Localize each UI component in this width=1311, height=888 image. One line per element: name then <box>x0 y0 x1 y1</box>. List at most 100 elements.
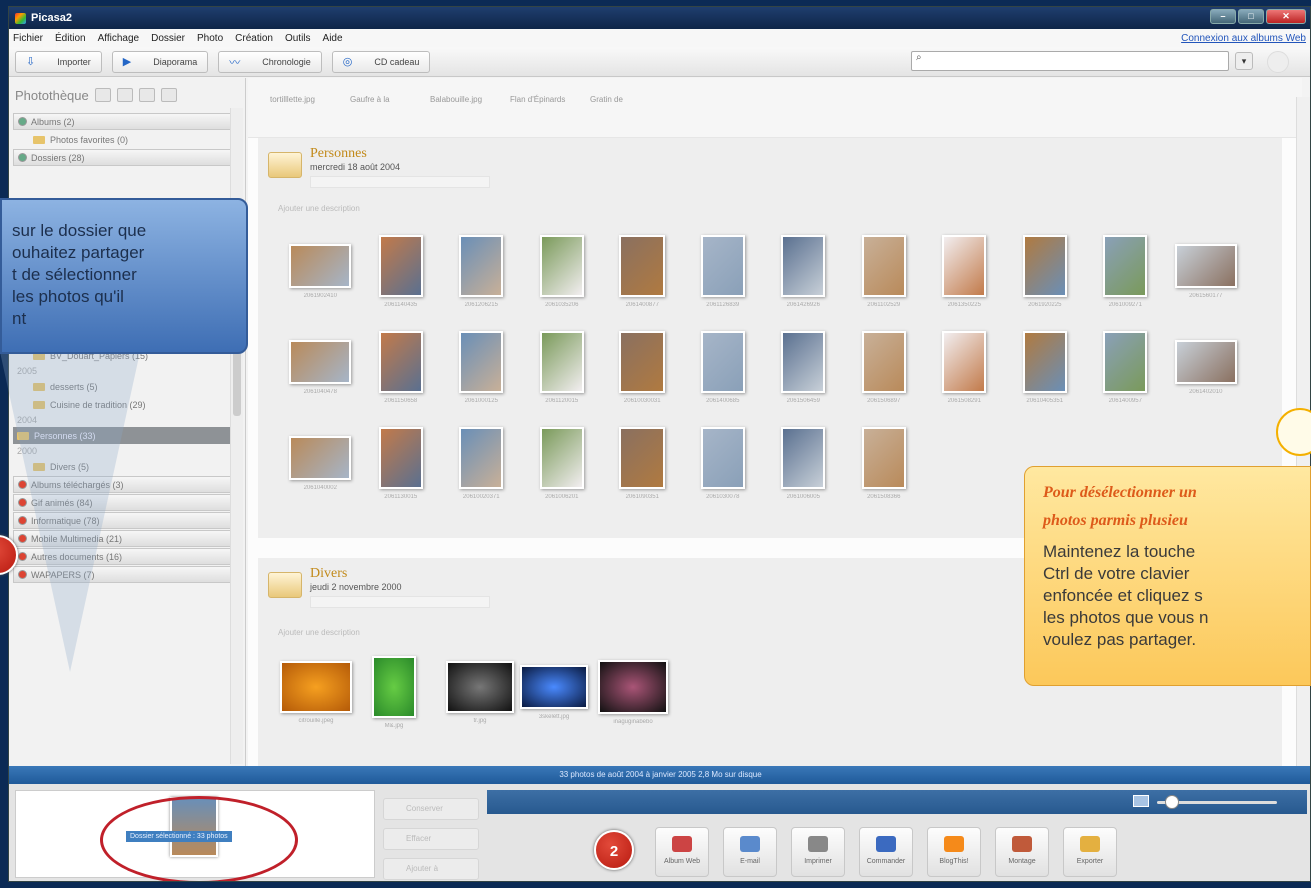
photo-thumbnail[interactable]: 2061402010 <box>1174 340 1237 395</box>
share-imprimer-button[interactable]: Imprimer <box>791 827 845 877</box>
photo-thumbnail[interactable]: 2061506459 <box>781 331 826 404</box>
photo-thumbnail[interactable]: citrouille.jpeg <box>280 661 352 724</box>
photo-thumbnail[interactable]: 2061206215 <box>459 235 504 308</box>
menu-outils[interactable]: Outils <box>285 33 311 44</box>
photo-thumbnail[interactable]: 2061130015 <box>378 427 423 500</box>
photo-thumbnail[interactable]: 2061506897 <box>861 331 906 404</box>
album-title[interactable]: Personnes <box>310 146 490 162</box>
menu-edition[interactable]: Édition <box>55 33 86 44</box>
tip-title: Pour désélectionner un <box>1043 484 1197 501</box>
photo-caption: Balabouille.jpg <box>430 95 483 104</box>
share-blogthis-button[interactable]: BlogThis! <box>927 827 981 877</box>
photo-thumbnail[interactable]: 2061150658 <box>378 331 423 404</box>
photo-filename: citrouille.jpeg <box>298 718 334 724</box>
photo-filename: 20610405351 <box>1026 398 1064 404</box>
photo-thumbnail[interactable]: 2061560177 <box>1174 244 1237 299</box>
share-e-mail-button[interactable]: E-mail <box>723 827 777 877</box>
photo-filename: 2061402010 <box>1189 389 1223 395</box>
album-place-field[interactable] <box>310 596 490 608</box>
folder-label: Dossiers (28) <box>31 152 85 163</box>
photo-thumbnail[interactable]: 2061902410 <box>289 244 352 299</box>
photo-thumbnail[interactable]: M&.jpg <box>372 656 416 729</box>
photo-filename: 2061102529 <box>867 302 901 308</box>
hold-button[interactable]: Conserver <box>383 798 479 820</box>
clear-button[interactable]: Effacer <box>383 828 479 850</box>
photo-filename: 2061902410 <box>303 293 337 299</box>
photo-thumbnail[interactable]: inaguginabebo <box>598 660 668 725</box>
expand-icon[interactable] <box>18 153 27 162</box>
menu-dossier[interactable]: Dossier <box>151 33 185 44</box>
photo-thumbnail[interactable]: 2061400877 <box>619 235 666 308</box>
import-icon: ⇩ <box>26 56 36 68</box>
photo-thumbnail[interactable]: 2061400957 <box>1103 331 1148 404</box>
import-button[interactable]: ⇩ Importer <box>15 50 102 73</box>
photo-thumbnail[interactable]: 2061102529 <box>861 235 906 308</box>
list-view-icon[interactable] <box>116 88 133 102</box>
add-album-icon[interactable] <box>94 88 111 102</box>
photo-thumbnail[interactable]: 2061508291 <box>942 331 987 404</box>
share-exporter-button[interactable]: Exporter <box>1063 827 1117 877</box>
photo-thumbnail[interactable]: 2061006005 <box>781 427 826 500</box>
web-albums-link[interactable]: Connexion aux albums Web <box>1181 33 1306 44</box>
add-to-button[interactable]: Ajouter à <box>383 858 479 880</box>
share-montage-button[interactable]: Montage <box>995 827 1049 877</box>
album-description[interactable]: Ajouter une description <box>278 628 360 637</box>
expand-icon[interactable] <box>18 117 27 126</box>
share-album-web-button[interactable]: Album Web <box>655 827 709 877</box>
photo-thumbnail[interactable]: 20610405351 <box>1022 331 1067 404</box>
search-input[interactable]: ⌕ <box>911 51 1229 71</box>
photo-filename: 2061506897 <box>867 398 901 404</box>
album-title[interactable]: Divers <box>310 566 490 582</box>
pending-uploads-icon[interactable] <box>1267 51 1289 73</box>
thumbnail-size-knob[interactable] <box>1165 795 1179 809</box>
gift-cd-button[interactable]: ◎ CD cadeau <box>331 50 431 73</box>
close-button[interactable]: ✕ <box>1266 9 1306 24</box>
folder-item[interactable]: Photos favorites (0) <box>13 131 231 148</box>
photo-thumbnail[interactable]: 2061006201 <box>539 427 584 500</box>
photo-thumbnail[interactable]: 2061400685 <box>700 331 745 404</box>
timeline-button[interactable]: 〰 Chronologie <box>218 50 322 73</box>
photo-thumbnail[interactable]: 2061030078 <box>700 427 745 500</box>
photo-filename: 2061206215 <box>464 302 498 308</box>
maximize-button[interactable]: □ <box>1238 9 1264 24</box>
photo-thumbnail[interactable]: 2061090351 <box>619 427 666 500</box>
collapse-icon[interactable] <box>160 88 177 102</box>
photo-thumbnail[interactable]: 20610020371 <box>459 427 504 500</box>
photo-thumbnail[interactable]: 2061040478 <box>289 340 352 395</box>
menu-aide[interactable]: Aide <box>323 33 343 44</box>
photo-thumbnail[interactable]: 2061126839 <box>700 235 745 308</box>
photo-filename: 2061140435 <box>384 302 418 308</box>
photo-thumbnail[interactable]: 2061920225 <box>1022 235 1067 308</box>
menu-creation[interactable]: Création <box>235 33 273 44</box>
slideshow-button[interactable]: ▶ Diaporama <box>111 50 209 73</box>
folder-group[interactable]: Dossiers (28) <box>13 149 231 166</box>
photo-thumbnail[interactable]: 2061000125 <box>459 331 504 404</box>
photo-thumbnail[interactable]: 2061120015 <box>539 331 584 404</box>
search-options-button[interactable]: ▾ <box>1235 52 1253 70</box>
photo-thumbnail[interactable]: 2061508366 <box>861 427 906 500</box>
photo-filename: 2061508366 <box>867 494 901 500</box>
photo-thumbnail[interactable]: 2061140435 <box>378 235 423 308</box>
menu-fichier[interactable]: Fichier <box>13 33 43 44</box>
photo-thumbnail[interactable]: 3skelett.jpg <box>520 665 588 720</box>
photo-thumbnail[interactable]: 2061426926 <box>781 235 826 308</box>
photo-thumbnail[interactable]: 20610030031 <box>619 331 666 404</box>
photo-filename: 2061006005 <box>786 494 820 500</box>
album-description[interactable]: Ajouter une description <box>278 204 360 213</box>
photo-thumbnail[interactable]: tr.jpg <box>446 661 514 724</box>
library-header: Photothèque <box>9 78 245 112</box>
photo-filename: inaguginabebo <box>613 719 653 725</box>
photo-thumbnail[interactable]: 2061350225 <box>942 235 987 308</box>
menu-affichage[interactable]: Affichage <box>98 33 140 44</box>
minimize-button[interactable]: – <box>1210 9 1236 24</box>
share-commander-button[interactable]: Commander <box>859 827 913 877</box>
photo-thumbnail[interactable]: 2061040002 <box>289 436 352 491</box>
photo-thumbnail[interactable]: 2061035206 <box>539 235 584 308</box>
folder-group[interactable]: Albums (2) <box>13 113 231 130</box>
photo-caption: Flan d'Épinards <box>510 95 566 104</box>
photo-filename: M&.jpg <box>384 723 404 729</box>
album-place-field[interactable] <box>310 176 490 188</box>
menu-photo[interactable]: Photo <box>197 33 223 44</box>
photo-thumbnail[interactable]: 2061009271 <box>1103 235 1148 308</box>
tree-view-icon[interactable] <box>138 88 155 102</box>
